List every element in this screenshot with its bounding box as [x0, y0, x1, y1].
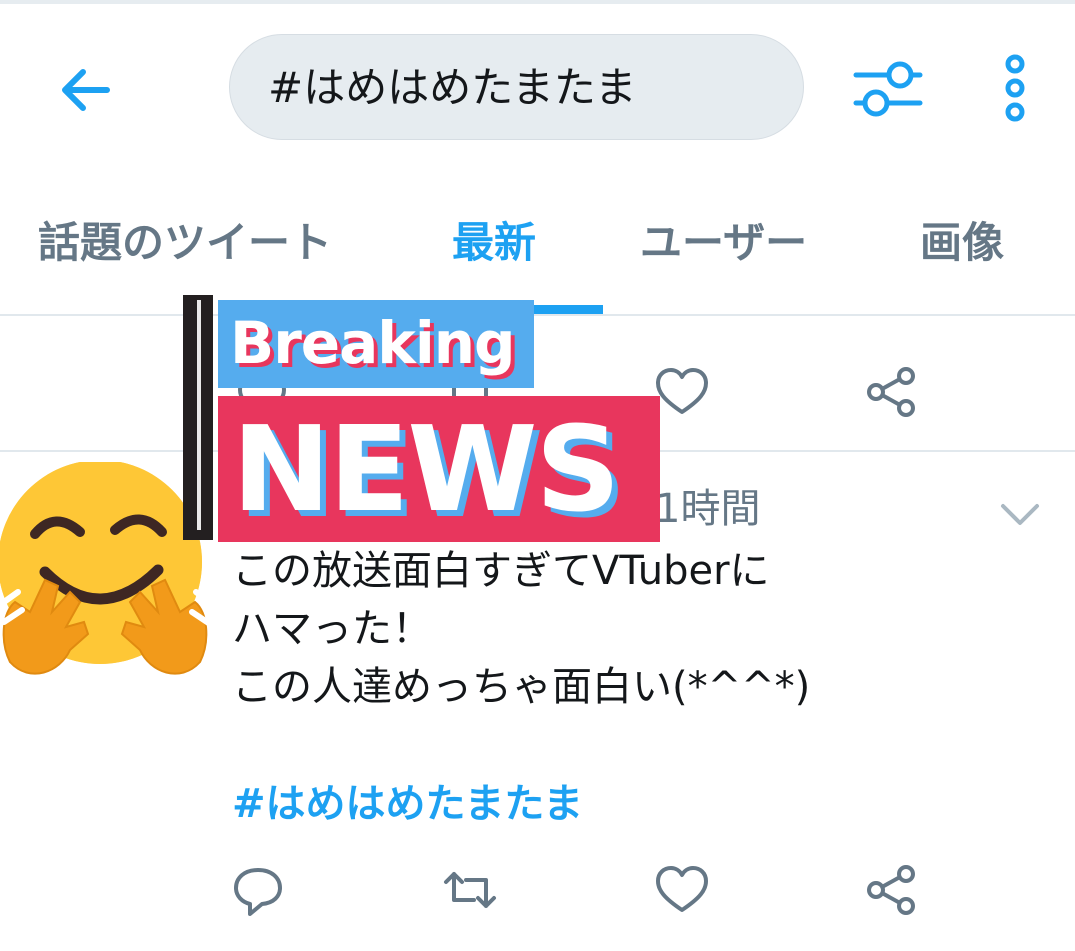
search-query: #はめはめたまたま: [268, 63, 637, 112]
tweet-menu-button[interactable]: [995, 490, 1045, 540]
tab-images[interactable]: 画像: [920, 215, 1004, 271]
share-button-2[interactable]: [862, 860, 922, 920]
share-icon: [867, 865, 915, 915]
news-overlay-bar-highlight: [197, 300, 201, 530]
breaking-label: Breaking: [230, 309, 516, 377]
reply-icon: [234, 868, 282, 916]
share-button-1[interactable]: [862, 362, 922, 422]
search-input[interactable]: #はめはめたまたま: [229, 34, 804, 140]
tweet-hashtag-link[interactable]: #はめはめたまたま: [232, 776, 583, 832]
retweet-button-2[interactable]: [440, 860, 500, 920]
tab-top-tweets[interactable]: 話題のツイート: [38, 215, 332, 271]
retweet-icon: [444, 872, 496, 908]
like-heart-icon: [656, 368, 708, 414]
tabs-divider: [0, 314, 1075, 316]
back-button[interactable]: [50, 55, 120, 125]
tweet-timestamp: 1時間: [655, 486, 761, 532]
tweet-text-line: この放送面白すぎてVTuberに: [232, 548, 770, 594]
news-label-box: NEWS: [218, 396, 660, 542]
more-options-button[interactable]: [990, 50, 1040, 130]
back-arrow-icon: [62, 69, 110, 111]
tab-users[interactable]: ユーザー: [640, 215, 807, 271]
share-icon: [867, 367, 915, 417]
like-heart-icon: [656, 866, 708, 912]
reply-button-2[interactable]: [228, 860, 288, 920]
like-button-1[interactable]: [652, 362, 712, 422]
search-filter-button[interactable]: [848, 55, 928, 125]
more-vertical-icon: [1005, 54, 1025, 122]
like-button-2[interactable]: [652, 860, 712, 920]
tweet-text-line: この人達めっちゃ面白い(*^^*): [232, 664, 811, 710]
filter-sliders-icon: [853, 61, 923, 117]
tab-latest[interactable]: 最新: [452, 215, 536, 271]
tweet-text-line: ハマった！: [232, 606, 432, 652]
breaking-label-box: Breaking: [218, 300, 534, 388]
news-label: NEWS: [232, 400, 621, 538]
top-divider: [0, 0, 1075, 4]
chevron-down-icon: [1001, 504, 1039, 525]
